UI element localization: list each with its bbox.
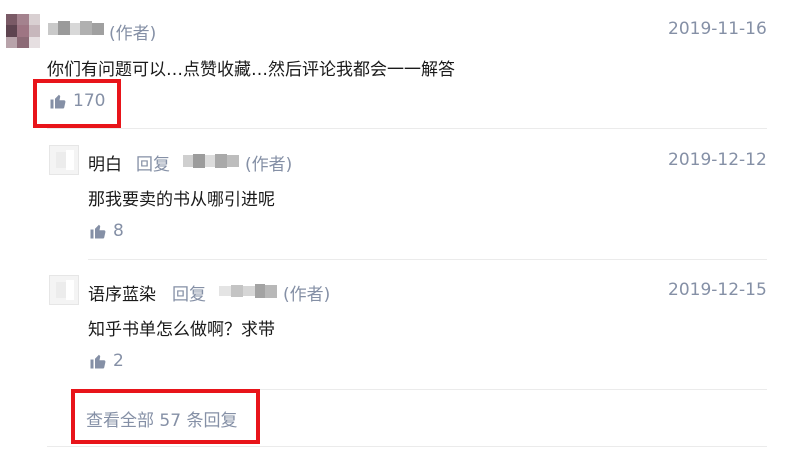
divider	[47, 446, 767, 447]
reply-target-name[interactable]	[183, 152, 239, 170]
pixelated-name-icon	[48, 21, 104, 35]
author-name[interactable]	[48, 19, 104, 39]
comment-date: 2019-11-16	[668, 19, 767, 39]
pixelated-name-icon	[219, 284, 277, 298]
avatar-placeholder-icon	[56, 280, 74, 300]
reply-text: 那我要卖的书从哪引进呢	[88, 190, 275, 210]
avatar-placeholder-icon	[56, 150, 74, 170]
comment-text: 你们有问题可以…点赞收藏…然后评论我都会一一解答	[47, 60, 455, 80]
avatar[interactable]	[6, 14, 40, 48]
avatar[interactable]	[49, 275, 79, 305]
pixelated-name-icon	[183, 154, 239, 168]
view-all-highlight-box	[71, 389, 260, 444]
author-badge: (作者)	[109, 24, 157, 44]
like-button[interactable]: 2	[89, 351, 124, 371]
divider	[88, 259, 767, 260]
reply-word: 回复	[136, 155, 170, 175]
reply-date: 2019-12-12	[668, 150, 767, 170]
like-count: 2	[113, 351, 124, 371]
like-count: 8	[113, 221, 124, 241]
reply-target-name[interactable]	[219, 282, 277, 300]
thumbs-up-icon	[90, 354, 106, 369]
reply-author[interactable]: 语序蓝染	[88, 280, 156, 305]
reply-word: 回复	[172, 285, 206, 305]
author-badge: (作者)	[245, 155, 293, 175]
divider	[47, 128, 767, 129]
avatar[interactable]	[49, 145, 79, 175]
thumbs-up-icon	[90, 224, 106, 239]
reply-date: 2019-12-15	[668, 280, 767, 300]
pixelated-avatar-icon	[6, 14, 40, 48]
like-button[interactable]: 8	[89, 221, 124, 241]
reply-author[interactable]: 明白	[88, 150, 122, 175]
reply-text: 知乎书单怎么做啊？求带	[88, 320, 275, 340]
author-badge: (作者)	[283, 285, 331, 305]
like-highlight-box	[33, 79, 121, 128]
